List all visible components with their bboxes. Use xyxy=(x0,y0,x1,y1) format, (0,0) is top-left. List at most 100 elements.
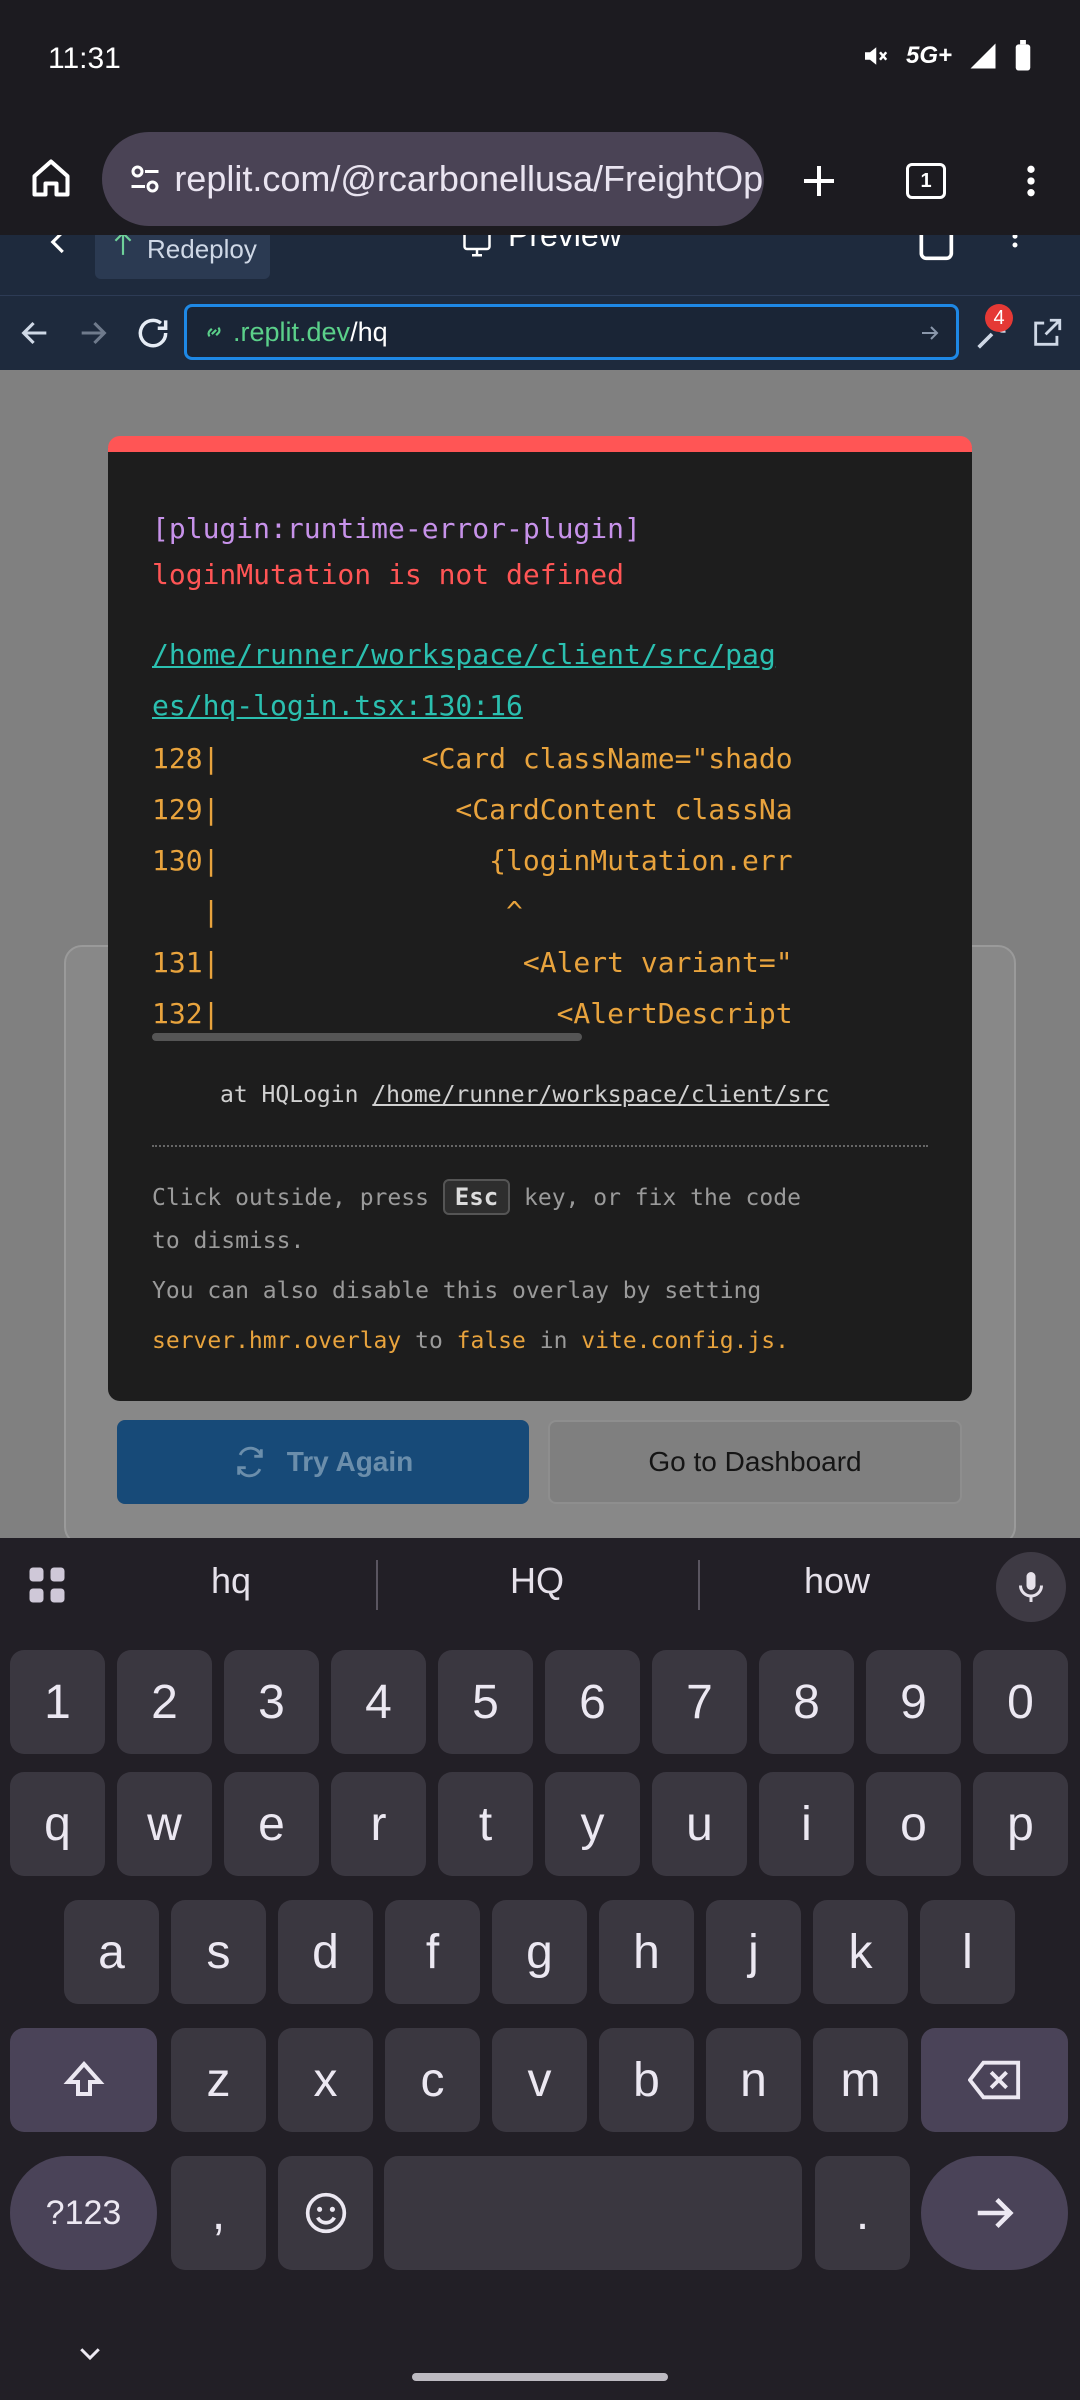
key-z[interactable]: z xyxy=(171,2028,266,2132)
new-window-icon[interactable] xyxy=(915,235,961,265)
key-4[interactable]: 4 xyxy=(331,1650,426,1754)
stack-prefix: at HQLogin xyxy=(220,1082,373,1108)
key-p[interactable]: p xyxy=(973,1772,1068,1876)
key-g[interactable]: g xyxy=(492,1900,587,2004)
key-j[interactable]: j xyxy=(706,1900,801,2004)
suggestion-divider xyxy=(698,1560,700,1610)
key-n[interactable]: n xyxy=(706,2028,801,2132)
more-vert-icon[interactable] xyxy=(1000,235,1030,265)
error-file-link[interactable]: /home/runner/workspace/client/src/pag xyxy=(152,638,776,671)
reload-icon[interactable] xyxy=(134,314,172,352)
tip-text: in xyxy=(525,1328,582,1354)
period-key[interactable]: . xyxy=(815,2156,910,2270)
key-8[interactable]: 8 xyxy=(759,1650,854,1754)
key-w[interactable]: w xyxy=(117,1772,212,1876)
go-arrow-icon[interactable] xyxy=(918,321,942,345)
key-l[interactable]: l xyxy=(920,1900,1015,2004)
key-s[interactable]: s xyxy=(171,1900,266,2004)
new-tab-button[interactable] xyxy=(788,150,850,212)
comma-key[interactable]: , xyxy=(171,2156,266,2270)
vite-error-overlay[interactable]: [plugin:runtime-error-plugin] loginMutat… xyxy=(108,436,972,1401)
key-b[interactable]: b xyxy=(599,2028,694,2132)
key-3[interactable]: 3 xyxy=(224,1650,319,1754)
key-9[interactable]: 9 xyxy=(866,1650,961,1754)
config-key: server.hmr.overlay xyxy=(152,1328,402,1354)
url-bar[interactable]: replit.com/@rcarbonellusa/FreightOps xyxy=(102,132,764,226)
voice-input-button[interactable] xyxy=(996,1552,1066,1622)
enter-key[interactable] xyxy=(921,2156,1068,2270)
mute-icon xyxy=(864,47,888,65)
shift-key[interactable] xyxy=(10,2028,157,2132)
key-v[interactable]: v xyxy=(492,2028,587,2132)
tab-switcher-button[interactable]: 1 xyxy=(895,150,957,212)
key-q[interactable]: q xyxy=(10,1772,105,1876)
network-type: 5G+ xyxy=(905,42,952,69)
status-icons: 5G+ xyxy=(860,40,1032,72)
space-key[interactable] xyxy=(384,2156,802,2270)
deploy-icon xyxy=(114,235,132,255)
mic-icon xyxy=(1019,1572,1043,1602)
site-settings-icon[interactable] xyxy=(116,161,174,197)
key-h[interactable]: h xyxy=(599,1900,694,2004)
go-to-dashboard-button[interactable]: Go to Dashboard xyxy=(548,1420,962,1504)
key-y[interactable]: y xyxy=(545,1772,640,1876)
key-d[interactable]: d xyxy=(278,1900,373,2004)
emoji-key[interactable] xyxy=(278,2156,373,2270)
symbols-key[interactable]: ?123 xyxy=(10,2156,157,2270)
open-external-icon[interactable] xyxy=(1030,316,1064,350)
browser-toolbar: replit.com/@rcarbonellusa/FreightOps 1 xyxy=(0,125,1080,235)
config-value: false xyxy=(456,1328,526,1354)
key-o[interactable]: o xyxy=(866,1772,961,1876)
key-m[interactable]: m xyxy=(813,2028,908,2132)
key-0[interactable]: 0 xyxy=(973,1650,1068,1754)
hide-keyboard-chevron-icon[interactable] xyxy=(75,2338,105,2368)
suggestion-divider xyxy=(376,1560,378,1610)
key-2[interactable]: 2 xyxy=(117,1650,212,1754)
code-frame-caret: | ^ xyxy=(152,895,523,928)
suggestion-item[interactable]: hq xyxy=(211,1560,251,1602)
suggestion-item[interactable]: how xyxy=(804,1560,870,1602)
key-a[interactable]: a xyxy=(64,1900,159,2004)
error-file-link-cont[interactable]: es/hq-login.tsx:130:16 xyxy=(152,689,523,722)
gesture-nav-handle[interactable] xyxy=(412,2373,668,2381)
dismiss-tip: Click outside, press Esc key, or fix the… xyxy=(152,1179,801,1215)
stack-file-link[interactable]: /home/runner/workspace/client/src xyxy=(372,1082,829,1108)
key-1[interactable]: 1 xyxy=(10,1650,105,1754)
key-u[interactable]: u xyxy=(652,1772,747,1876)
tip-text: key, or fix the code xyxy=(510,1185,801,1211)
key-i[interactable]: i xyxy=(759,1772,854,1876)
key-5[interactable]: 5 xyxy=(438,1650,533,1754)
key-r[interactable]: r xyxy=(331,1772,426,1876)
code-frame-scrollbar[interactable] xyxy=(152,1033,582,1041)
suggestion-strip: hq HQ how xyxy=(0,1538,1080,1633)
tip-text: to xyxy=(401,1328,457,1354)
config-file: vite.config.js. xyxy=(581,1328,789,1354)
key-7[interactable]: 7 xyxy=(652,1650,747,1754)
webview-address-field[interactable]: .replit.dev/hq xyxy=(184,304,959,360)
forward-arrow-icon[interactable] xyxy=(76,316,110,350)
back-arrow-icon[interactable] xyxy=(18,316,52,350)
error-count-badge: 4 xyxy=(985,304,1013,332)
key-6[interactable]: 6 xyxy=(545,1650,640,1754)
browser-menu-button[interactable] xyxy=(1000,150,1062,212)
key-k[interactable]: k xyxy=(813,1900,908,2004)
url-text: replit.com/@rcarbonellusa/FreightOps xyxy=(174,158,764,199)
key-x[interactable]: x xyxy=(278,2028,373,2132)
tip-text: Click outside, press xyxy=(152,1185,443,1211)
key-t[interactable]: t xyxy=(438,1772,533,1876)
key-f[interactable]: f xyxy=(385,1900,480,2004)
key-e[interactable]: e xyxy=(224,1772,319,1876)
disable-overlay-tip: You can also disable this overlay by set… xyxy=(152,1278,762,1304)
try-again-button[interactable]: Try Again xyxy=(117,1420,529,1504)
backspace-icon xyxy=(967,2060,1020,2100)
backspace-key[interactable] xyxy=(921,2028,1068,2132)
suggestion-item[interactable]: HQ xyxy=(510,1560,564,1602)
key-c[interactable]: c xyxy=(385,2028,480,2132)
back-chevron-icon[interactable] xyxy=(44,235,74,257)
home-icon xyxy=(32,159,70,197)
shift-icon xyxy=(63,2060,104,2096)
plus-icon xyxy=(804,166,834,196)
home-button[interactable] xyxy=(20,147,82,209)
apps-grid-icon[interactable] xyxy=(26,1564,68,1606)
signal-icon xyxy=(970,43,996,69)
